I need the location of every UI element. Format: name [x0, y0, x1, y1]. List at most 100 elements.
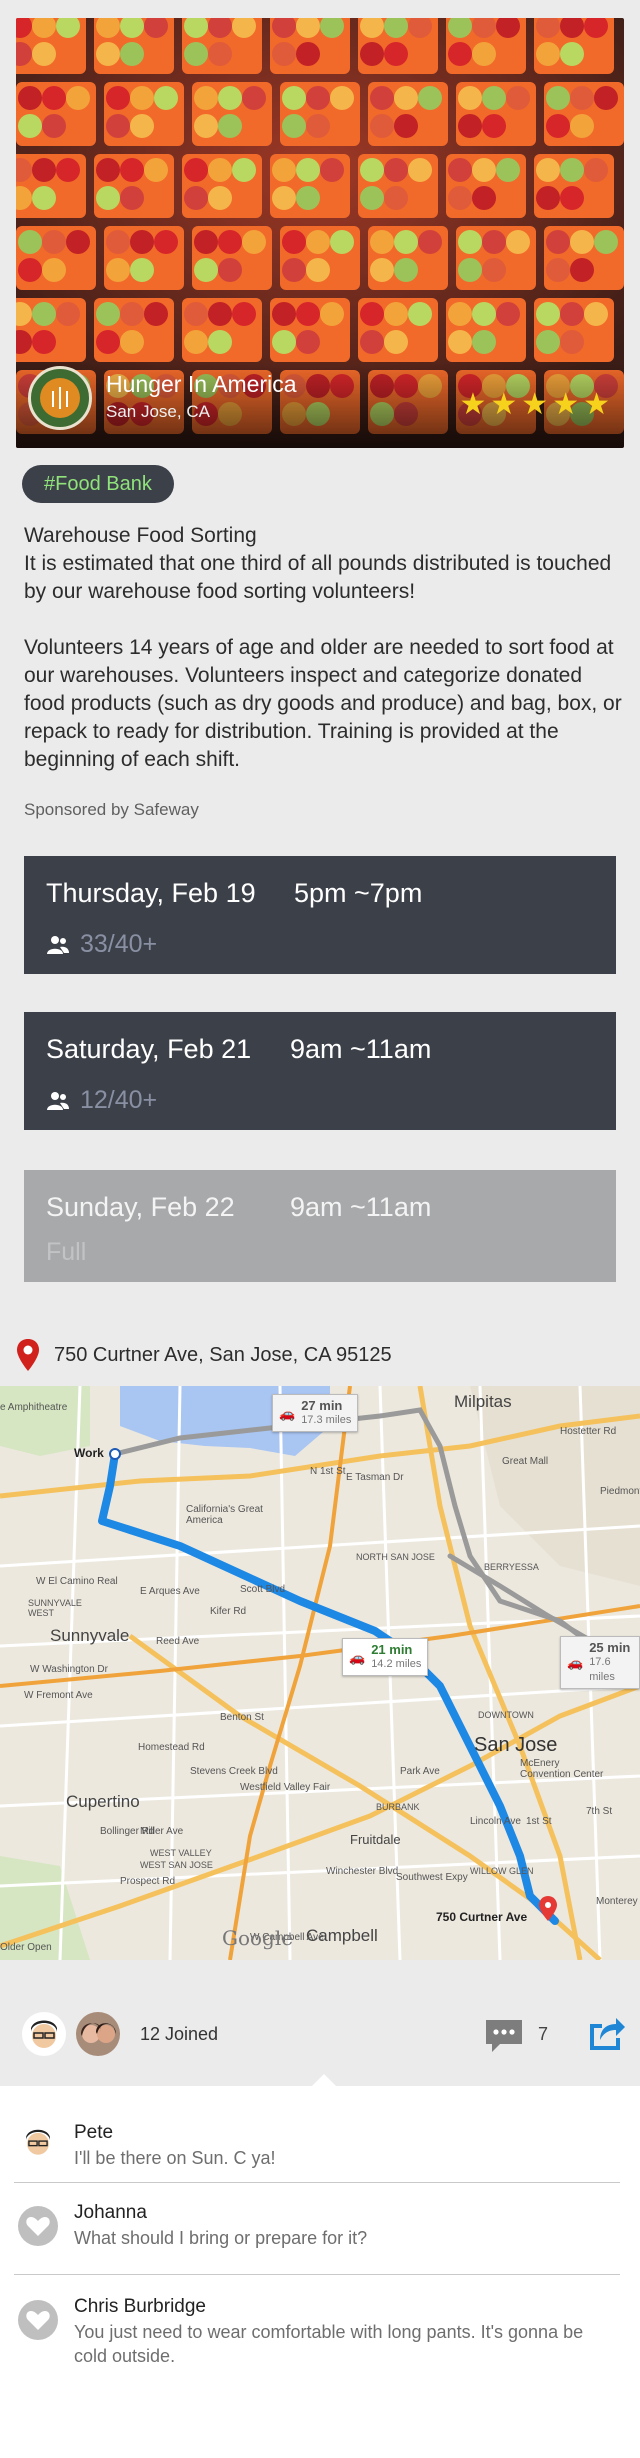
avatar[interactable]: [18, 2206, 58, 2246]
map-label-hostetter: Hostetter Rd: [560, 1426, 617, 1437]
map-label-n-1st: N 1st St: [310, 1466, 346, 1477]
map-label-el-camino: W El Camino Real: [36, 1576, 118, 1587]
route-option[interactable]: 🚗 25 min 17.6 miles: [560, 1636, 640, 1689]
map-label-cupertino: Cupertino: [66, 1792, 140, 1811]
map-label-great-america: California's Great America: [186, 1504, 263, 1526]
map-label-berryessa: BERRYESSA: [484, 1562, 539, 1572]
car-icon: 🚗: [567, 1655, 584, 1670]
route-option-selected[interactable]: 🚗 21 min 14.2 miles: [342, 1638, 429, 1676]
heart-icon: [26, 2217, 50, 2236]
slot-count: 12/40+: [46, 1086, 157, 1115]
comment-divider: [14, 2182, 620, 2183]
map-label-sunnyvale-west: SUNNYVALE WEST: [28, 1598, 82, 1618]
google-logo: Google: [222, 1926, 294, 1950]
route-option[interactable]: 🚗 27 min 17.3 miles: [272, 1394, 359, 1432]
comment-text: You just need to wear comfortable with l…: [74, 2322, 584, 2366]
map-label-downtown: DOWNTOWN: [478, 1710, 534, 1720]
avatar[interactable]: [76, 2012, 120, 2056]
category-tag[interactable]: #Food Bank: [22, 465, 174, 503]
event-hero-image: Hunger In America San Jose, CA ★ ★ ★ ★ ★: [16, 18, 624, 448]
map-pin-icon: [17, 1339, 39, 1371]
org-name[interactable]: Hunger In America: [106, 371, 296, 398]
slot-count-value: 12/40+: [80, 1086, 158, 1114]
comments-button[interactable]: [484, 2018, 524, 2059]
map-label-monterey: Monterey: [596, 1896, 638, 1907]
slot-date: Thursday, Feb 19: [46, 878, 256, 908]
org-logo[interactable]: [28, 366, 92, 430]
map-label-westfield: Westfield Valley Fair: [240, 1782, 331, 1793]
car-icon: 🚗: [349, 1649, 366, 1665]
map-label-tasman: E Tasman Dr: [346, 1472, 404, 1483]
comment-author[interactable]: Pete: [74, 2122, 113, 2144]
people-icon: [47, 1091, 69, 1110]
address-text: 750 Curtner Ave, San Jose, CA 95125: [54, 1343, 392, 1366]
description-paragraph-2: Volunteers 14 years of age and older are…: [24, 636, 622, 771]
slot-date: Saturday, Feb 21: [46, 1034, 252, 1064]
org-location: San Jose, CA: [106, 402, 210, 421]
map-label-scott: Scott Blvd: [240, 1584, 286, 1595]
map-label-san-jose: San Jose: [474, 1734, 558, 1756]
star-icon: ★: [552, 388, 580, 421]
slot-count: 33/40+: [46, 930, 157, 959]
slot-count: Full: [46, 1238, 86, 1267]
avatar[interactable]: [18, 2300, 58, 2340]
map-label-prospect: Prospect Rd: [120, 1876, 176, 1887]
route-distance: 17.6 miles: [589, 1656, 615, 1683]
route-time: 25 min: [589, 1640, 631, 1655]
people-icon: [47, 935, 69, 954]
map-start-label: Work: [74, 1446, 104, 1460]
comment-divider: [14, 2274, 620, 2275]
map-label-reed: Reed Ave: [156, 1636, 200, 1647]
comment-author[interactable]: Chris Burbridge: [74, 2296, 206, 2318]
slot-count-value: Full: [46, 1238, 87, 1266]
heart-icon: [26, 2311, 50, 2330]
slot-time: 9am ~11am: [290, 1034, 432, 1064]
map-label-miller: Miller Ave: [140, 1826, 184, 1837]
comment-text: What should I bring or prepare for it?: [74, 2228, 368, 2248]
star-icon: ★: [521, 388, 549, 421]
map-label-older-open: Older Open: [0, 1942, 52, 1953]
route-time: 21 min: [371, 1642, 413, 1657]
map-label-west-san-jose: WEST SAN JOSE: [140, 1860, 213, 1870]
slot-time: 9am ~11am: [290, 1192, 432, 1222]
comment-count: 7: [538, 2024, 549, 2044]
route-distance: 14.2 miles: [371, 1658, 422, 1670]
slot-count-value: 33/40+: [80, 930, 158, 958]
joined-count[interactable]: 12 Joined: [140, 2024, 218, 2045]
map-label-kifer: Kifer Rd: [210, 1606, 247, 1617]
car-icon: 🚗: [279, 1405, 296, 1421]
star-icon: ★: [459, 388, 487, 421]
map-label-homestead: Homestead Rd: [138, 1742, 205, 1753]
panel-pointer: [312, 2074, 336, 2086]
share-icon: [590, 2018, 625, 2050]
social-bar: 12 Joined 7: [0, 1998, 640, 2086]
map-label-first: 1st St: [526, 1816, 552, 1827]
avatar[interactable]: [22, 2012, 66, 2056]
map-label-mcenery: McEnery Convention Center: [520, 1758, 604, 1780]
map-label-north-san-jose: NORTH SAN JOSE: [356, 1552, 435, 1562]
map-label-lincoln: Lincoln Ave: [470, 1816, 521, 1827]
description-paragraph-1: It is estimated that one third of all po…: [24, 552, 612, 603]
route-time: 27 min: [301, 1398, 343, 1413]
event-address[interactable]: 750 Curtner Ave, San Jose, CA 95125: [16, 1338, 392, 1372]
event-description: Warehouse Food Sorting It is estimated t…: [24, 522, 624, 774]
map-label-southwest-expy: Southwest Expy: [396, 1872, 468, 1883]
slot-card[interactable]: Thursday, Feb 19 5pm ~7pm 33/40+: [24, 856, 616, 974]
avatar[interactable]: [18, 2122, 58, 2162]
slot-time: 5pm ~7pm: [294, 878, 423, 908]
map-label-winchester: Winchester Blvd: [326, 1866, 399, 1877]
share-button[interactable]: [586, 2014, 626, 2057]
route-distance: 17.3 miles: [301, 1414, 352, 1426]
map-label-w-washington: W Washington Dr: [30, 1664, 108, 1675]
slot-card[interactable]: Saturday, Feb 21 9am ~11am 12/40+: [24, 1012, 616, 1130]
map-label-e-arques: E Arques Ave: [140, 1586, 200, 1597]
comment-author[interactable]: Johanna: [74, 2202, 147, 2224]
comments-panel: Pete I'll be there on Sun. C ya! Johanna…: [0, 2074, 640, 2458]
event-title: Warehouse Food Sorting: [24, 524, 257, 547]
star-icon: ★: [583, 388, 610, 421]
map-label-fruitdale: Fruitdale: [350, 1832, 401, 1847]
slot-card-full: Sunday, Feb 22 9am ~11am Full: [24, 1170, 616, 1282]
map-label-benton: Benton St: [220, 1712, 264, 1723]
star-icon: ★: [490, 388, 518, 421]
route-map[interactable]: Work 750 Curtner Ave Milpitas Sunnyvale …: [0, 1386, 640, 1960]
